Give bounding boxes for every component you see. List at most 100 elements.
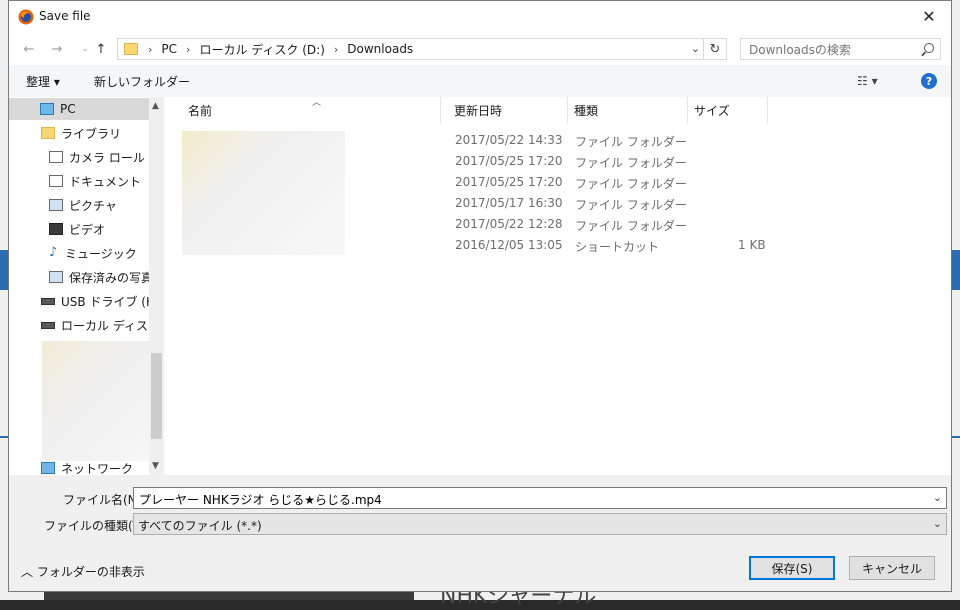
hide-folders-label: フォルダーの非表示 <box>36 565 145 579</box>
command-bar: 整理 ▾ 新しいフォルダー ☷ ▾ ? <box>9 65 951 97</box>
scroll-down-icon[interactable]: ▼ <box>152 461 159 471</box>
nav-item-local-disk-g[interactable]: ローカル ディスク (G <box>9 314 164 336</box>
column-header-size[interactable]: サイズ <box>688 97 768 123</box>
back-button[interactable]: ← <box>19 39 39 59</box>
search-box[interactable] <box>740 38 941 60</box>
nav-item-library[interactable]: ライブラリ <box>9 122 149 144</box>
video-icon <box>49 223 63 235</box>
row-type: ファイル フォルダー <box>575 156 687 170</box>
chevron-down-icon[interactable]: ⌄ <box>933 491 942 504</box>
arrow-right-icon: → <box>51 41 63 57</box>
nav-item-documents[interactable]: ドキュメント <box>9 170 149 192</box>
nav-item-camera-roll[interactable]: カメラ ロール <box>9 146 149 168</box>
nav-item-label: カメラ ロール <box>69 150 145 165</box>
camera-roll-icon <box>49 151 63 163</box>
local-disk-icon <box>41 321 55 329</box>
forward-button[interactable]: → <box>47 39 67 59</box>
row-date: 2017/05/25 17:20 <box>455 154 563 168</box>
row-type: ファイル フォルダー <box>575 135 687 149</box>
nav-item-label: ミュージック <box>65 246 137 261</box>
address-bar[interactable]: › PC › ローカル ディスク (D:) › Downloads ⌄ ↻ <box>117 38 727 60</box>
network-icon <box>41 462 55 474</box>
music-icon: ♪ <box>49 245 58 260</box>
nav-item-label: ドキュメント <box>69 174 142 189</box>
search-icon <box>924 43 934 53</box>
file-list-scrollbar[interactable] <box>944 97 951 475</box>
save-button[interactable]: 保存(S) <box>749 556 835 580</box>
breadcrumb-separator-icon[interactable]: › <box>334 43 338 56</box>
nav-item-videos[interactable]: ビデオ <box>9 218 149 240</box>
nav-item-label: ライブラリ <box>61 126 122 141</box>
chevron-down-icon: ⌄ <box>932 517 942 530</box>
row-date: 2017/05/17 16:30 <box>455 196 563 210</box>
filetype-select[interactable]: すべてのファイル (*.*) ⌄ <box>133 513 947 535</box>
row-date: 2017/05/22 14:33 <box>455 133 563 147</box>
navigation-scrollbar[interactable]: ▲ ▼ <box>149 97 164 475</box>
arrow-left-icon: ← <box>23 41 35 57</box>
filetype-value: すべてのファイル (*.*) <box>138 519 262 533</box>
row-type: ファイル フォルダー <box>575 219 687 233</box>
organize-button[interactable]: 整理 ▾ <box>26 73 60 90</box>
row-size: 1 KB <box>738 238 766 252</box>
refresh-button[interactable]: ↻ <box>703 39 726 59</box>
nav-item-saved-pictures[interactable]: 保存済みの写真 <box>9 266 153 288</box>
row-date: 2017/05/25 17:20 <box>455 175 563 189</box>
up-button[interactable]: ↑ <box>91 39 111 59</box>
window-title: Save file <box>39 9 91 23</box>
column-header-modified[interactable]: 更新日時 <box>448 97 568 123</box>
nav-item-music[interactable]: ♪ ミュージック <box>9 242 149 264</box>
nav-item-pc[interactable]: PC <box>9 98 149 120</box>
file-list: ︿ 名前 更新日時 種類 サイズ 2017/05/22 14:33 ファイル フ… <box>172 97 944 475</box>
new-folder-button[interactable]: 新しいフォルダー <box>94 73 190 90</box>
chevron-up-icon: ︿ <box>21 565 34 579</box>
row-type: ショートカット <box>575 240 660 254</box>
breadcrumb-separator-icon[interactable]: › <box>186 43 190 56</box>
help-icon[interactable]: ? <box>921 73 937 89</box>
arrow-up-icon: ↑ <box>95 41 107 57</box>
document-icon <box>49 175 63 187</box>
address-dropdown-icon[interactable]: ⌄ <box>691 42 700 55</box>
folder-icon <box>124 43 138 55</box>
saved-pictures-icon <box>49 271 63 283</box>
breadcrumb-pc[interactable]: PC <box>161 42 177 56</box>
navigation-pane: PC ライブラリ カメラ ロール ドキュメント ピクチャ ビデオ ♪ ミュージッ… <box>9 97 164 475</box>
nav-item-pictures[interactable]: ピクチャ <box>9 194 149 216</box>
usb-drive-icon <box>41 297 55 305</box>
column-header-type[interactable]: 種類 <box>568 97 688 123</box>
hide-folders-toggle[interactable]: ︿ フォルダーの非表示 <box>21 563 145 580</box>
nav-item-label: PC <box>60 102 76 116</box>
scrollbar-thumb[interactable] <box>151 353 162 439</box>
nav-item-label: ネットワーク <box>61 461 134 476</box>
title-bar: Save file ✕ <box>9 1 951 33</box>
view-options-button[interactable]: ☷ ▾ <box>857 74 878 88</box>
nav-item-label: ビデオ <box>69 222 106 237</box>
nav-item-label: ピクチャ <box>69 198 117 213</box>
blurred-nav-items <box>42 341 150 461</box>
breadcrumb-downloads[interactable]: Downloads <box>347 42 413 56</box>
row-date: 2016/12/05 13:05 <box>455 238 563 252</box>
cancel-button[interactable]: キャンセル <box>849 556 935 580</box>
close-button[interactable]: ✕ <box>907 1 951 31</box>
breadcrumb-local-disk-d[interactable]: ローカル ディスク (D:) <box>199 41 324 58</box>
column-header-name[interactable]: 名前 <box>182 97 441 123</box>
nav-item-network[interactable]: ネットワーク <box>9 457 149 475</box>
save-form: ファイル名(N): ⌄ ファイルの種類(T): すべてのファイル (*.*) ⌄… <box>9 475 951 591</box>
address-row: ← → ⌄ ↑ › PC › ローカル ディスク (D:) › Download… <box>9 33 951 65</box>
chevron-down-icon: ⌄ <box>81 44 89 54</box>
save-file-dialog: Save file ✕ ← → ⌄ ↑ › PC › ローカル ディスク (D:… <box>8 0 952 592</box>
scroll-up-icon[interactable]: ▲ <box>152 101 159 111</box>
nav-item-usb-drive[interactable]: USB ドライブ (H:) <box>9 290 164 312</box>
picture-icon <box>49 199 63 211</box>
filename-field[interactable]: ⌄ <box>133 487 947 509</box>
row-type: ファイル フォルダー <box>575 177 687 191</box>
blurred-file-names <box>182 131 345 255</box>
breadcrumb-separator-icon[interactable]: › <box>148 43 152 56</box>
library-icon <box>41 127 55 139</box>
search-input[interactable] <box>747 40 921 60</box>
row-date: 2017/05/22 12:28 <box>455 217 563 231</box>
close-icon: ✕ <box>922 6 936 26</box>
filename-input[interactable] <box>137 489 921 509</box>
refresh-icon: ↻ <box>709 41 721 57</box>
firefox-icon <box>18 9 34 25</box>
nav-item-label: 保存済みの写真 <box>69 270 154 285</box>
